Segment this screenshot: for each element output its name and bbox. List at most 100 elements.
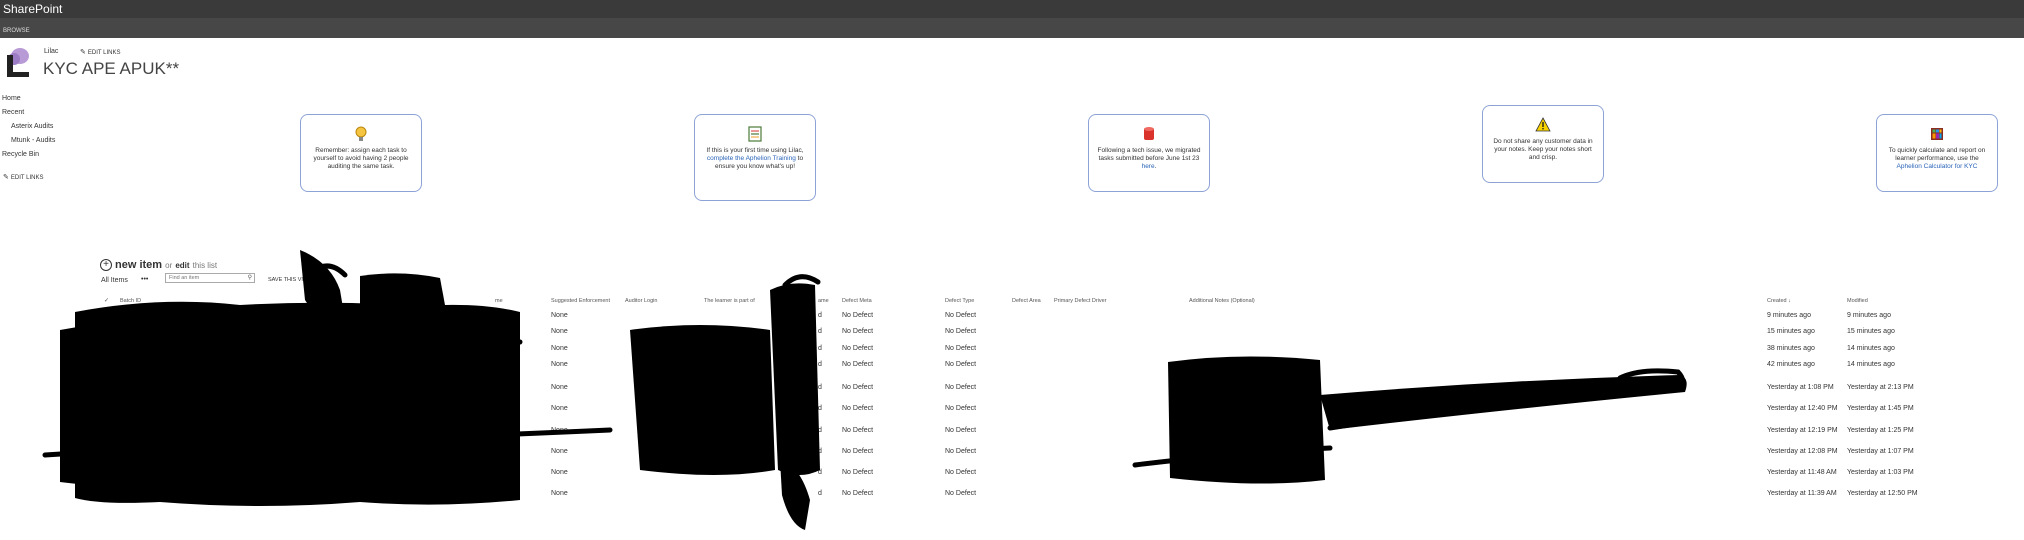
tip-tile-assign[interactable]: Remember: assign each task to yourself t… [300, 114, 422, 192]
row-enforcement: None [551, 448, 568, 455]
new-item-bar: + new item or edit this list [100, 259, 217, 272]
nav-item-asterix-audits[interactable]: Asterix Audits [11, 123, 53, 130]
row-name-suffix: d [818, 384, 822, 391]
row-enforcement: None [551, 345, 568, 352]
browse-tab[interactable]: BROWSE [3, 28, 30, 34]
col-name[interactable]: me [495, 298, 503, 304]
nav-item-home[interactable]: Home [2, 95, 21, 102]
row-defect-meta: No Defect [842, 405, 874, 412]
row-created: 38 minutes ago [1767, 345, 1815, 352]
row-enforcement: None [551, 328, 568, 335]
row-created: 15 minutes ago [1767, 328, 1815, 335]
new-item-link[interactable]: new item [115, 259, 162, 271]
calculator-icon [1931, 128, 1943, 140]
edit-list-link[interactable]: edit [175, 261, 189, 270]
row-more-icon[interactable]: ••• [288, 447, 296, 456]
col-defect-meta[interactable]: Defect Meta [842, 298, 872, 304]
site-title[interactable]: KYC APE APUK** [43, 59, 179, 79]
view-all-items[interactable]: All Items [101, 277, 128, 284]
nav-item-recycle-bin[interactable]: Recycle Bin [2, 151, 39, 158]
col-batch-id[interactable]: Batch ID [120, 298, 141, 304]
migrated-tasks-link[interactable]: here [1142, 163, 1155, 170]
suite-bar: SharePoint [0, 0, 2024, 18]
save-view-button[interactable]: SAVE THIS VIEW [268, 277, 312, 283]
row-name-suffix: d [818, 361, 822, 368]
tip-tile-calculator-text: To quickly calculate and report on learn… [1877, 147, 1997, 177]
row-defect-meta: No Defect [842, 345, 874, 352]
row-created: Yesterday at 1:08 PM [1767, 384, 1834, 391]
col-defect-area[interactable]: Defect Area [1012, 298, 1041, 304]
search-icon[interactable]: ⚲ [248, 274, 252, 283]
nav-item-mtunk-audits[interactable]: Mtunk - Audits [11, 137, 55, 144]
site-logo-icon[interactable] [3, 47, 33, 81]
col-learner-part[interactable]: The learner is part of [704, 298, 755, 304]
view-more-icon[interactable]: ••• [141, 276, 148, 283]
pencil-icon: ✎ [3, 174, 9, 181]
row-more-icon[interactable]: ••• [288, 311, 296, 320]
row-more-icon[interactable]: ••• [288, 489, 296, 498]
row-created: Yesterday at 11:48 AM [1767, 469, 1837, 476]
tip-tile-calculator[interactable]: To quickly calculate and report on learn… [1876, 114, 1998, 192]
row-enforcement: None [551, 490, 568, 497]
nav-item-recent[interactable]: Recent [2, 109, 24, 116]
col-primary-defect-driver[interactable]: Primary Defect Driver [1054, 298, 1107, 304]
row-created: Yesterday at 11:39 AM [1767, 490, 1837, 497]
select-all-checkbox[interactable]: ✓ [104, 297, 109, 304]
row-more-icon[interactable]: ••• [288, 344, 296, 353]
tip-tile-migration-text: Following a tech issue, we migrated task… [1089, 147, 1209, 177]
edit-links-top[interactable]: ✎ EDIT LINKS [80, 48, 120, 56]
col-name-2[interactable]: ame [818, 298, 829, 304]
row-more-icon[interactable]: ••• [288, 383, 296, 392]
row-enforcement: None [551, 312, 568, 319]
row-defect-meta: No Defect [842, 490, 874, 497]
row-modified: 15 minutes ago [1847, 328, 1895, 335]
row-defect-meta: No Defect [842, 448, 874, 455]
row-created: Yesterday at 12:08 PM [1767, 448, 1838, 455]
col-suggested-enforcement[interactable]: Suggested Enforcement [551, 298, 610, 304]
site-name-link[interactable]: Lilac [44, 48, 58, 55]
col-modified[interactable]: Modified [1847, 298, 1868, 304]
redaction-scribble [42, 250, 1687, 530]
database-icon [1144, 127, 1154, 140]
plus-icon[interactable]: + [100, 259, 112, 272]
aphelion-calculator-link[interactable]: Aphelion Calculator for KYC [1897, 163, 1978, 170]
row-defect-type: No Defect [945, 384, 977, 391]
row-defect-type: No Defect [945, 312, 977, 319]
row-enforcement: None [551, 384, 568, 391]
row-defect-meta: No Defect [842, 328, 874, 335]
tip-tile-migration[interactable]: Following a tech issue, we migrated task… [1088, 114, 1210, 192]
col-additional-notes[interactable]: Additional Notes (Optional) [1189, 298, 1255, 304]
row-name-suffix: d [818, 345, 822, 352]
row-defect-type: No Defect [945, 405, 977, 412]
row-defect-type: No Defect [945, 469, 977, 476]
search-input[interactable]: Find an item ⚲ [165, 273, 255, 283]
tip-tile-migration-pre: Following a tech issue, we migrated task… [1097, 147, 1201, 162]
row-enforcement: None [551, 469, 568, 476]
tip-tile-training-pre: If this is your first time using Lilac, [706, 147, 804, 154]
row-modified: 14 minutes ago [1847, 361, 1895, 368]
tip-tile-training[interactable]: If this is your first time using Lilac, … [694, 114, 816, 201]
row-name-suffix: d [818, 405, 822, 412]
training-link[interactable]: complete the Aphelion Training [707, 155, 796, 162]
sharepoint-brand[interactable]: SharePoint [3, 2, 62, 16]
row-modified: Yesterday at 2:13 PM [1847, 384, 1914, 391]
edit-links-left-label: EDIT LINKS [10, 175, 44, 181]
row-more-icon[interactable]: ••• [288, 360, 296, 369]
col-created[interactable]: Created ↓ [1767, 298, 1791, 304]
row-defect-type: No Defect [945, 448, 977, 455]
edit-links-left[interactable]: ✎ EDIT LINKS [3, 173, 43, 181]
row-created: Yesterday at 12:19 PM [1767, 427, 1838, 434]
row-defect-meta: No Defect [842, 361, 874, 368]
row-defect-type: No Defect [945, 427, 977, 434]
col-defect-type[interactable]: Defect Type [945, 298, 974, 304]
col-auditor-login[interactable]: Auditor Login [625, 298, 657, 304]
row-more-icon[interactable]: ••• [288, 468, 296, 477]
row-name-suffix: d [818, 490, 822, 497]
row-more-icon[interactable]: ••• [288, 404, 296, 413]
row-defect-meta: No Defect [842, 469, 874, 476]
row-more-icon[interactable]: ••• [288, 327, 296, 336]
row-more-icon[interactable]: ••• [288, 426, 296, 435]
tip-tile-privacy[interactable]: Do not share any customer data in your n… [1482, 105, 1604, 183]
row-name-suffix: d [818, 448, 822, 455]
pencil-icon: ✎ [80, 49, 86, 56]
